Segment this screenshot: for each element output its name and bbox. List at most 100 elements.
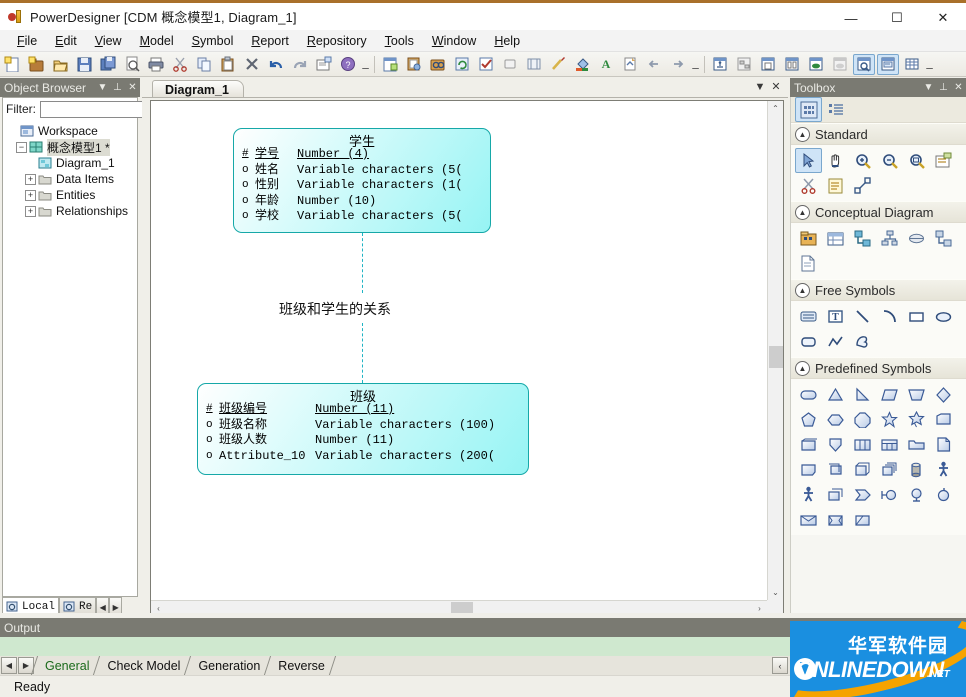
note-icon[interactable]	[822, 173, 849, 198]
octagon-icon[interactable]	[849, 407, 876, 432]
close-icon[interactable]: ✕	[951, 82, 966, 93]
output-tab-check-model[interactable]: Check Model	[97, 656, 187, 675]
circle-link-icon[interactable]	[876, 482, 903, 507]
link-icon[interactable]	[849, 173, 876, 198]
note-shape-icon[interactable]	[795, 457, 822, 482]
folder-shape-icon[interactable]	[930, 407, 957, 432]
menu-file[interactable]: File	[8, 32, 46, 50]
minimize-button[interactable]: —	[828, 3, 874, 33]
pin-icon[interactable]: ⊥	[110, 82, 125, 93]
menu-report[interactable]: Report	[242, 32, 298, 50]
cube-icon[interactable]	[849, 457, 876, 482]
menu-window[interactable]: Window	[423, 32, 485, 50]
new-diagram-icon[interactable]	[379, 54, 401, 75]
card-icon[interactable]	[795, 432, 822, 457]
package-icon[interactable]	[795, 226, 822, 251]
tree-node-1[interactable]: −概念模型1 *	[5, 139, 137, 155]
table-icon[interactable]	[876, 432, 903, 457]
trapezoid-icon[interactable]	[903, 382, 930, 407]
entity-attribute-row[interactable]: o班级名称Variable characters (100)	[206, 418, 528, 434]
dropdown-icon[interactable]: ▼	[752, 81, 768, 93]
output-tab-general[interactable]: General	[35, 656, 96, 675]
dropdown-icon[interactable]: ▼	[95, 82, 110, 93]
toolbox-section-conceptual-diagram[interactable]: ▲Conceptual Diagram	[791, 201, 966, 223]
entity-attribute-row[interactable]: o姓名Variable characters (5(	[242, 163, 490, 179]
next-icon[interactable]	[667, 54, 689, 75]
scroll-up-button[interactable]: ⌃	[768, 101, 783, 116]
entity-attribute-row[interactable]: o学校Variable characters (5(	[242, 209, 490, 225]
scroll-down-button[interactable]: ⌄	[768, 585, 783, 600]
dropdown-icon[interactable]: ▼	[921, 82, 936, 93]
entity-attribute-row[interactable]: o年龄Number (10)	[242, 194, 490, 210]
tree-expander[interactable]: +	[25, 174, 36, 185]
vertical-scroll-thumb[interactable]	[769, 346, 783, 368]
multi-stack-icon[interactable]	[876, 457, 903, 482]
chevron-up-icon[interactable]: ▲	[795, 127, 810, 142]
relationship-label[interactable]: 班级和学生的关系	[279, 299, 391, 319]
close-icon[interactable]: ✕	[125, 82, 140, 93]
page-icon[interactable]	[757, 54, 779, 75]
maximize-button[interactable]: ☐	[874, 3, 920, 33]
line-icon[interactable]	[849, 304, 876, 329]
relationship-line-upper[interactable]	[362, 233, 363, 293]
chevron-up-icon[interactable]: ▲	[795, 283, 810, 298]
model-options-icon[interactable]	[805, 54, 827, 75]
right-triangle-icon[interactable]	[849, 382, 876, 407]
swirl-icon[interactable]	[930, 482, 957, 507]
menu-help[interactable]: Help	[485, 32, 529, 50]
entity-symbol[interactable]: 学生#学号Number (4)o姓名Variable characters (5…	[233, 128, 491, 233]
cut-corner-icon[interactable]	[849, 507, 876, 532]
output-tab-reverse[interactable]: Reverse	[268, 656, 332, 675]
relationship-icon[interactable]	[849, 226, 876, 251]
comment-icon[interactable]	[877, 54, 899, 75]
tree-node-diagram_1[interactable]: Diagram_1	[5, 155, 137, 171]
entity-attribute-row[interactable]: o班级人数Number (11)	[206, 433, 528, 449]
inheritance-icon[interactable]	[876, 226, 903, 251]
stack-icon[interactable]	[822, 457, 849, 482]
grid-view-icon[interactable]	[795, 97, 822, 122]
chevron-up-icon[interactable]: ▲	[795, 361, 810, 376]
zoom-area-icon[interactable]	[853, 54, 875, 75]
menu-model[interactable]: Model	[131, 32, 183, 50]
grabber-hand-icon[interactable]	[822, 148, 849, 173]
list-view-icon[interactable]	[822, 97, 849, 122]
association-link-icon[interactable]	[930, 226, 957, 251]
entity-symbol[interactable]: 班级#班级编号Number (11)o班级名称Variable characte…	[197, 383, 529, 475]
new-package-icon[interactable]	[25, 54, 47, 75]
tree-node-dataitems[interactable]: +Data Items	[5, 171, 137, 187]
tree-node-workspace[interactable]: Workspace	[5, 123, 137, 139]
open-icon[interactable]	[49, 54, 71, 75]
output-tab-prev-button[interactable]: ◀	[1, 657, 17, 674]
delete-scissors-icon[interactable]	[795, 173, 822, 198]
parallelogram-icon[interactable]	[876, 382, 903, 407]
toolbox-section-predefined-symbols[interactable]: ▲Predefined Symbols	[791, 357, 966, 379]
entity-attribute-row[interactable]: #学号Number (4)	[242, 147, 490, 163]
grid-icon[interactable]	[901, 54, 923, 75]
association-icon[interactable]	[903, 226, 930, 251]
star-5-icon[interactable]	[876, 407, 903, 432]
find-object-icon[interactable]	[427, 54, 449, 75]
text-box-icon[interactable]: T	[822, 304, 849, 329]
tree-expander[interactable]: −	[16, 142, 27, 153]
menu-repository[interactable]: Repository	[298, 32, 376, 50]
toolbar-overflow-icon[interactable]: ⚊	[924, 54, 935, 75]
delete-icon[interactable]	[241, 54, 263, 75]
previous-icon[interactable]	[643, 54, 665, 75]
star-6-icon[interactable]	[903, 407, 930, 432]
refresh-icon[interactable]	[451, 54, 473, 75]
tree-expander[interactable]: +	[25, 190, 36, 201]
chevron-up-icon[interactable]: ▲	[795, 205, 810, 220]
polyline-icon[interactable]	[822, 329, 849, 354]
open-folder-icon[interactable]	[903, 432, 930, 457]
toolbar-overflow-icon[interactable]: ⚊	[360, 54, 371, 75]
help-icon[interactable]: ?	[337, 54, 359, 75]
triangle-icon[interactable]	[822, 382, 849, 407]
fill-color-icon[interactable]	[571, 54, 593, 75]
zoom-out-icon[interactable]	[876, 148, 903, 173]
menu-view[interactable]: View	[86, 32, 131, 50]
display-preferences-icon[interactable]	[709, 54, 731, 75]
relationship-line-lower[interactable]	[362, 323, 363, 383]
tab-diagram-1[interactable]: Diagram_1	[152, 80, 244, 98]
side-by-side-icon[interactable]	[781, 54, 803, 75]
diamond-icon[interactable]	[930, 382, 957, 407]
